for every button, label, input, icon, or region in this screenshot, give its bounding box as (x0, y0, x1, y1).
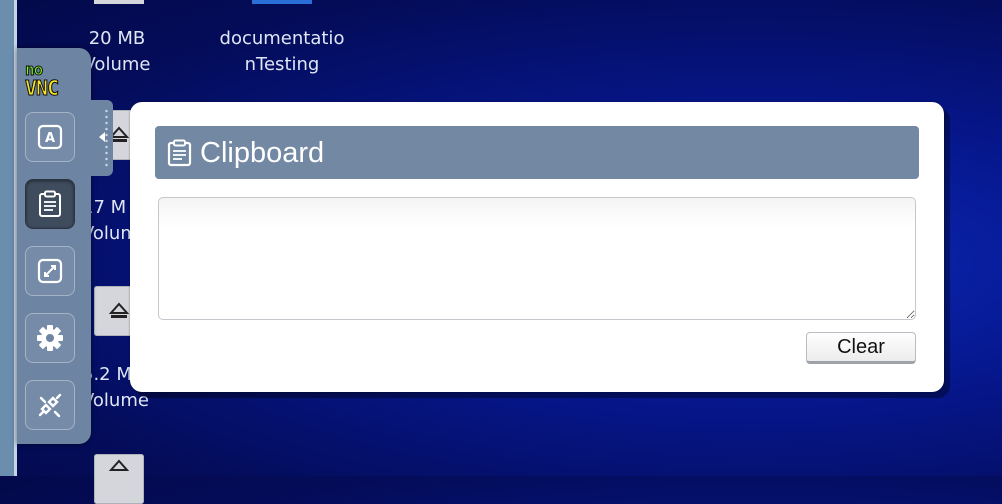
keyboard-a-icon: A (37, 124, 63, 150)
eject-icon (109, 459, 129, 471)
drive-icon-partial[interactable] (94, 454, 144, 504)
clipboard-icon (167, 139, 192, 167)
clipboard-icon (39, 190, 61, 217)
settings-button[interactable] (25, 313, 75, 363)
clear-button[interactable]: Clear (806, 332, 916, 364)
clipboard-button[interactable] (25, 179, 75, 229)
desktop-icon-label-documentation-testing[interactable]: documentatio nTesting (208, 26, 356, 78)
grip-dots-icon (105, 108, 108, 168)
eject-icon (109, 302, 129, 318)
disconnect-button[interactable] (25, 380, 75, 430)
document-icon-top[interactable] (252, 0, 312, 4)
control-bar-handle[interactable] (91, 100, 113, 176)
clipboard-panel-header: Clipboard (155, 126, 919, 179)
extra-keys-button[interactable]: A (25, 112, 75, 162)
drive-icon-top[interactable] (94, 0, 144, 4)
gear-icon (37, 325, 63, 351)
desktop-left-edge (0, 0, 17, 476)
clipboard-textarea[interactable] (158, 197, 916, 320)
logo-vnc-text: VNC (24, 76, 59, 100)
disconnect-icon (38, 393, 62, 418)
panel-title: Clipboard (200, 137, 325, 169)
novnc-logo: no VNC (24, 61, 81, 102)
novnc-control-bar: no VNC A (17, 48, 91, 444)
fullscreen-button[interactable] (25, 246, 75, 296)
clipboard-panel: Clipboard Clear (130, 102, 944, 392)
svg-text:A: A (45, 131, 55, 146)
fullscreen-icon (37, 258, 63, 284)
